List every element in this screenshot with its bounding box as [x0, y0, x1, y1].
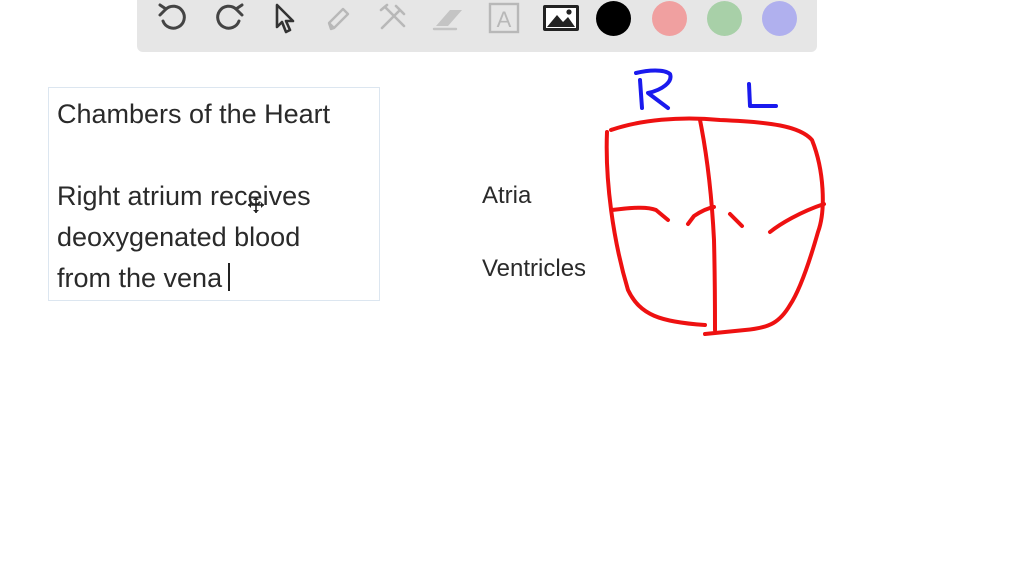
- right-valve-dash: [728, 212, 744, 228]
- heart-outline-left: [604, 130, 707, 327]
- heart-septum: [698, 118, 717, 332]
- right-valve-line: [768, 202, 826, 234]
- handwritten-l: [747, 82, 778, 108]
- handwritten-r-stem: [638, 78, 644, 110]
- left-valve-line: [610, 205, 670, 222]
- heart-sketch: R L: [604, 68, 826, 336]
- left-valve-line-2: [686, 205, 716, 226]
